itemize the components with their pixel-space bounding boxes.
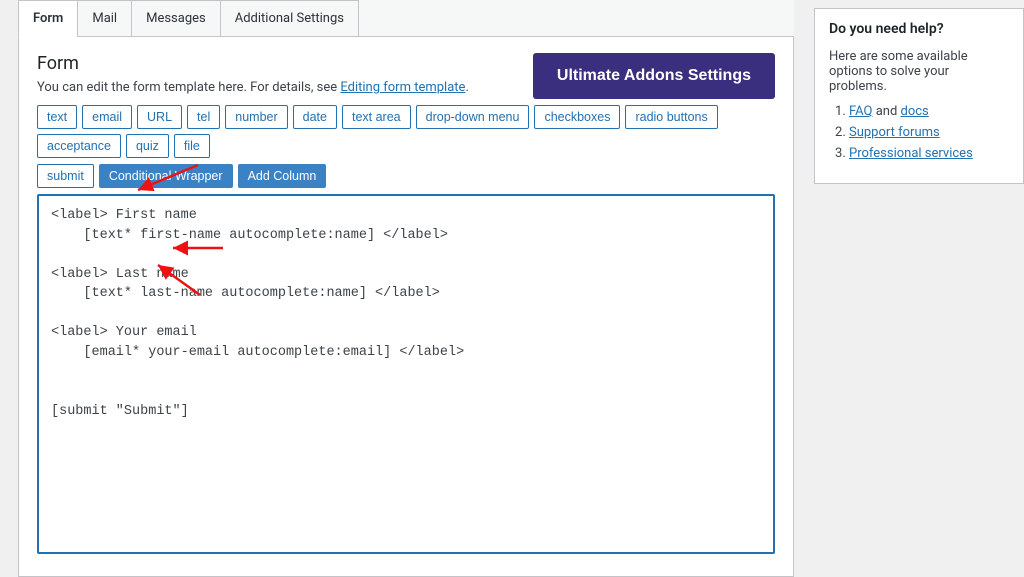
tag-date[interactable]: date xyxy=(293,105,337,129)
tag-radio-buttons[interactable]: radio buttons xyxy=(625,105,717,129)
help-link-faq[interactable]: FAQ xyxy=(849,104,872,119)
tab-messages[interactable]: Messages xyxy=(131,0,220,36)
tag-drop-down-menu[interactable]: drop-down menu xyxy=(416,105,530,129)
tag-conditional-wrapper[interactable]: Conditional Wrapper xyxy=(99,164,233,188)
panel-heading: Form xyxy=(37,53,469,74)
help-item-professional-services: Professional services xyxy=(849,146,1009,161)
tag-url[interactable]: URL xyxy=(137,105,182,129)
tab-additional-settings[interactable]: Additional Settings xyxy=(220,0,359,36)
tag-text[interactable]: text xyxy=(37,105,77,129)
panel-subtitle: You can edit the form template here. For… xyxy=(37,80,469,95)
tag-text-area[interactable]: text area xyxy=(342,105,411,129)
tag-add-column[interactable]: Add Column xyxy=(238,164,327,188)
ultimate-addons-settings-button[interactable]: Ultimate Addons Settings xyxy=(533,53,775,99)
form-panel: Form You can edit the form template here… xyxy=(18,37,794,577)
tag-acceptance[interactable]: acceptance xyxy=(37,134,121,158)
help-item-support-forums: Support forums xyxy=(849,125,1009,140)
tab-bar: Form Mail Messages Additional Settings xyxy=(18,0,794,37)
help-intro: Here are some available options to solve… xyxy=(829,49,1009,94)
tag-quiz[interactable]: quiz xyxy=(126,134,169,158)
help-title: Do you need help? xyxy=(829,21,1009,37)
help-link-docs[interactable]: docs xyxy=(901,104,929,119)
editing-template-link[interactable]: Editing form template xyxy=(340,80,465,95)
help-list: FAQ and docs Support forums Professional… xyxy=(829,104,1009,161)
tag-checkboxes[interactable]: checkboxes xyxy=(534,105,620,129)
tag-tel[interactable]: tel xyxy=(187,105,220,129)
tag-generator-row-1: text email URL tel number date text area… xyxy=(37,105,775,158)
tab-mail[interactable]: Mail xyxy=(77,0,131,36)
tag-generator-row-2: submit Conditional Wrapper Add Column xyxy=(37,164,775,188)
help-box: Do you need help? Here are some availabl… xyxy=(814,8,1024,184)
tag-number[interactable]: number xyxy=(225,105,287,129)
tag-submit[interactable]: submit xyxy=(37,164,94,188)
tag-file[interactable]: file xyxy=(174,134,210,158)
help-item-faq-docs: FAQ and docs xyxy=(849,104,1009,119)
help-link-professional-services[interactable]: Professional services xyxy=(849,146,973,161)
help-link-support-forums[interactable]: Support forums xyxy=(849,125,940,140)
tag-email[interactable]: email xyxy=(82,105,132,129)
form-template-textarea[interactable] xyxy=(37,194,775,554)
tab-form[interactable]: Form xyxy=(18,0,77,37)
